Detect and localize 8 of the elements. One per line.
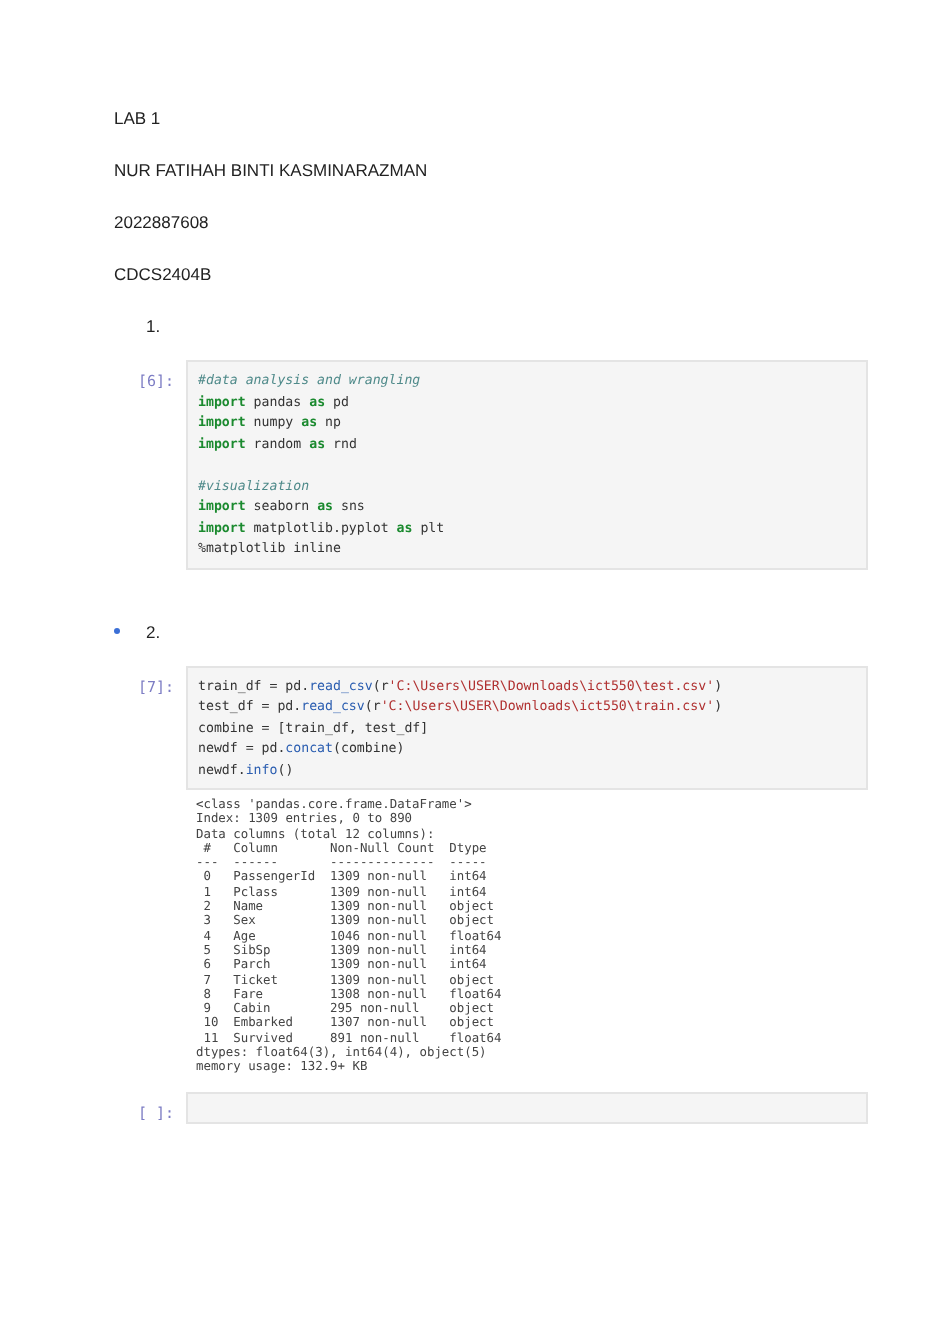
document-text: CDCS2404B — [114, 264, 214, 284]
document-text: NUR FATIHAH BINTI KASMINARAZMAN — [114, 160, 430, 180]
document-text: 2022887608 — [114, 212, 211, 232]
dot-icon — [114, 627, 120, 633]
list-number: 1. — [146, 316, 161, 336]
list-number: 2. — [146, 621, 161, 641]
document-text: LAB 1 — [114, 108, 163, 128]
code-input[interactable] — [186, 1091, 868, 1124]
